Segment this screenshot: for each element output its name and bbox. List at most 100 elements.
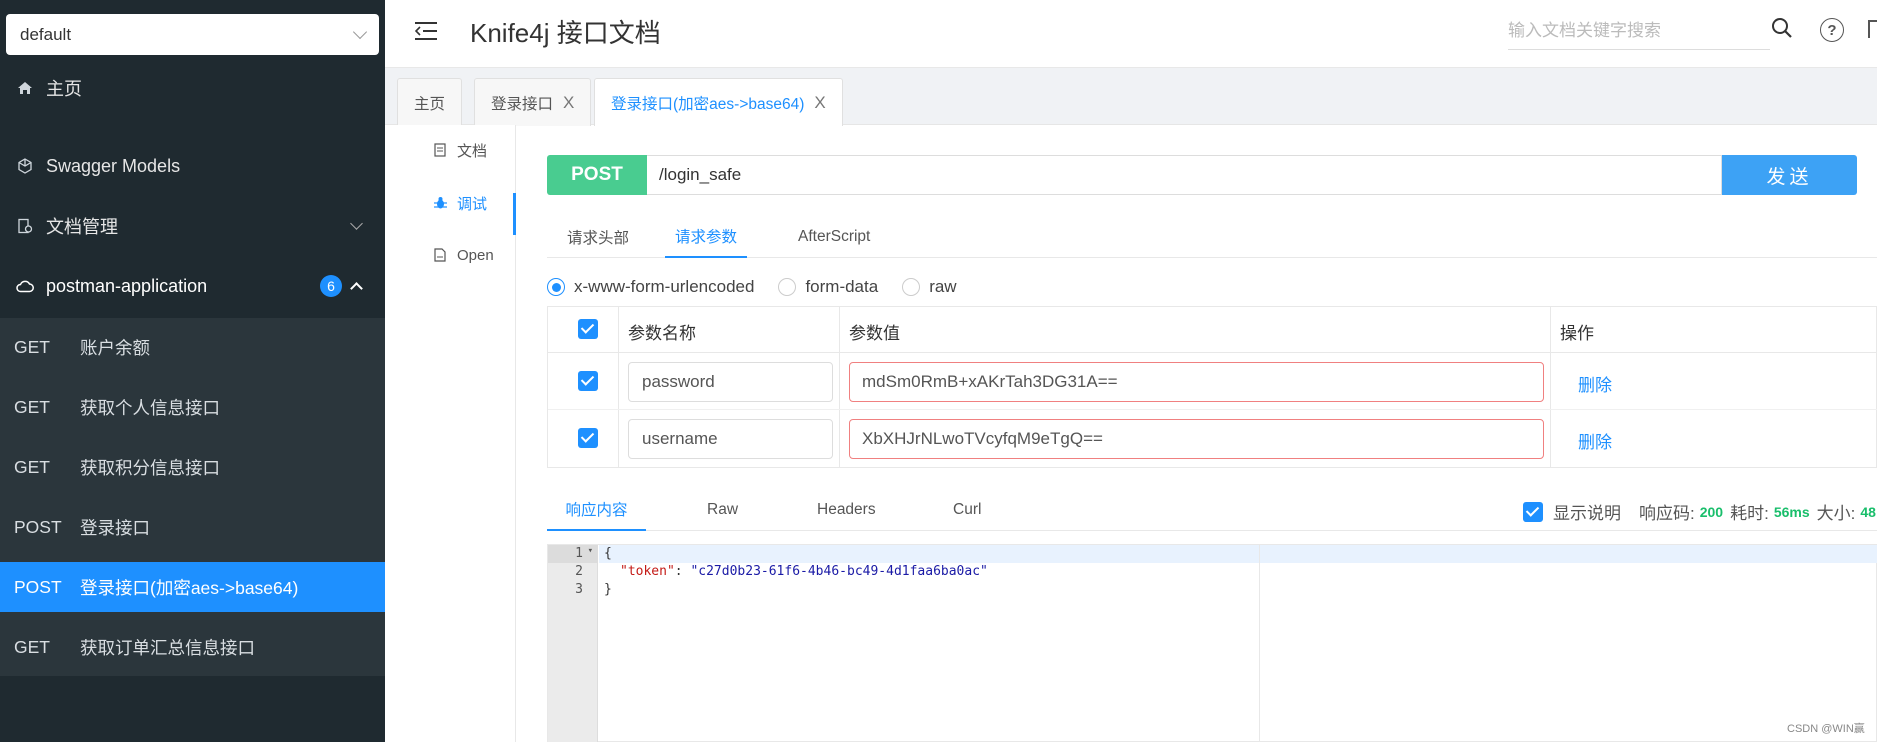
tab-request-headers[interactable]: 请求头部: [567, 216, 629, 258]
delete-link[interactable]: 删除: [1578, 371, 1612, 396]
code-line: }: [604, 582, 612, 597]
search-icon[interactable]: [1770, 16, 1794, 40]
api-method: GET: [14, 336, 50, 357]
radio-checked-icon: [547, 278, 565, 296]
header-action: 操作: [1560, 324, 1594, 343]
language-icon[interactable]: [1868, 20, 1877, 38]
param-value-input[interactable]: XbXHJrNLwoTVcyfqM9eTgQ==: [849, 419, 1544, 459]
response-size: 48 B: [1860, 503, 1877, 520]
response-editor[interactable]: 1 ▾ 2 3 { "token": "c27d0b23-61f6-4b46-b…: [547, 544, 1877, 742]
tab-response-raw[interactable]: Raw: [707, 489, 738, 531]
tab-home[interactable]: 主页: [397, 78, 463, 126]
row-checkbox[interactable]: [578, 428, 598, 448]
response-meta: 显示说明 响应码: 200 耗时: 56ms 大小: 48 B: [1523, 499, 1877, 524]
content-type-radios: x-www-form-urlencoded form-data raw: [547, 272, 981, 302]
tab-response-headers[interactable]: Headers: [817, 489, 876, 531]
fold-icon[interactable]: ▾: [588, 546, 593, 556]
api-label: 登录接口(加密aes->base64): [80, 577, 299, 598]
code-line: "token": "c27d0b23-61f6-4b46-bc49-4d1faa…: [620, 564, 988, 579]
api-item[interactable]: GET 获取订单汇总信息接口: [0, 622, 385, 672]
bug-icon: [433, 196, 447, 210]
group-select[interactable]: default: [6, 14, 379, 55]
doc-nav: 文档 调试 Open: [385, 125, 516, 742]
param-name-input[interactable]: password: [628, 362, 833, 402]
table-row: username XbXHJrNLwoTVcyfqM9eTgQ== 删除: [548, 410, 1877, 467]
line-number: 3: [575, 582, 583, 597]
api-list: GET 账户余额 GET 获取个人信息接口 GET 获取积分信息接口 POST …: [0, 318, 385, 676]
api-item[interactable]: GET 获取积分信息接口: [0, 442, 385, 492]
radio-form-data[interactable]: form-data: [778, 277, 878, 297]
api-method: POST: [14, 576, 62, 597]
doc-nav-debug[interactable]: 调试: [385, 188, 516, 218]
select-all-checkbox[interactable]: [578, 319, 598, 339]
send-button[interactable]: 发送: [1722, 155, 1857, 195]
status-label: 响应码:: [1639, 504, 1695, 523]
line-number: 2: [575, 564, 583, 579]
tab-login[interactable]: 登录接口 X: [474, 78, 592, 126]
header-param-value: 参数值: [849, 324, 900, 343]
response-time: 56ms: [1773, 503, 1810, 520]
tab-request-params[interactable]: 请求参数: [665, 216, 747, 258]
header-param-name: 参数名称: [628, 324, 696, 343]
count-badge: 6: [320, 275, 342, 297]
active-line-highlight: [599, 545, 1877, 563]
delete-link[interactable]: 删除: [1578, 428, 1612, 453]
close-icon[interactable]: X: [563, 93, 574, 113]
code-line: {: [604, 546, 612, 561]
cube-icon: [16, 158, 34, 174]
api-label: 获取个人信息接口: [80, 397, 220, 418]
home-icon: [16, 80, 34, 96]
radio-unchecked-icon: [902, 278, 921, 296]
doc-nav-document[interactable]: 文档: [385, 135, 516, 165]
cloud-icon: [16, 279, 34, 293]
radio-urlencoded[interactable]: x-www-form-urlencoded: [547, 277, 754, 297]
tab-bar: 主页 登录接口 X 登录接口(加密aes->base64) X: [385, 68, 1877, 126]
menu-toggle-icon[interactable]: [415, 20, 439, 42]
api-item-active[interactable]: POST 登录接口(加密aes->base64): [0, 562, 385, 612]
doc-nav-label: Open: [457, 246, 494, 264]
tab-after-script[interactable]: AfterScript: [798, 216, 870, 258]
row-checkbox[interactable]: [578, 371, 598, 391]
radio-unchecked-icon: [778, 278, 797, 296]
api-method: GET: [14, 396, 50, 417]
api-item[interactable]: POST 登录接口: [0, 502, 385, 552]
close-icon[interactable]: X: [814, 93, 825, 113]
api-item[interactable]: GET 账户余额: [0, 322, 385, 372]
json-value: "c27d0b23-61f6-4b46-bc49-4d1faa6ba0ac": [690, 564, 988, 579]
tab-response-content[interactable]: 响应内容: [547, 489, 646, 531]
chevron-down-icon: [352, 24, 368, 39]
api-method: GET: [14, 636, 50, 657]
app-root: default 主页 Swagger Models 文档管理 postman-a…: [0, 0, 1877, 742]
search-input[interactable]: [1508, 12, 1770, 50]
sidebar-item-home[interactable]: 主页: [0, 58, 385, 118]
radio-label: raw: [929, 277, 957, 296]
param-value-input[interactable]: mdSm0RmB+xAKrTah3DG31A==: [849, 362, 1544, 402]
watermark: CSDN @WIN赢: [1787, 723, 1865, 735]
group-select-value: default: [20, 24, 72, 44]
tab-login-safe[interactable]: 登录接口(加密aes->base64) X: [594, 78, 843, 126]
show-desc-label: 显示说明: [1553, 504, 1621, 523]
params-table-header: 参数名称 参数值 操作: [548, 307, 1877, 353]
show-desc-checkbox[interactable]: [1523, 501, 1543, 522]
sidebar-item-doc-manage[interactable]: 文档管理: [0, 196, 385, 256]
radio-label: form-data: [805, 277, 879, 296]
url-input[interactable]: /login_safe: [647, 155, 1722, 195]
chevron-down-icon: [350, 217, 363, 230]
doc-manage-icon: [16, 218, 34, 234]
json-sep: :: [674, 564, 691, 579]
api-method: GET: [14, 456, 50, 477]
param-name-input[interactable]: username: [628, 419, 833, 459]
chevron-up-icon: [350, 282, 363, 295]
table-row: password mdSm0RmB+xAKrTah3DG31A== 删除: [548, 353, 1877, 410]
help-icon[interactable]: ?: [1820, 18, 1844, 42]
line-gutter: 1 ▾ 2 3: [548, 545, 598, 742]
sidebar-group-postman-application[interactable]: postman-application 6: [0, 256, 385, 316]
api-item[interactable]: GET 获取个人信息接口: [0, 382, 385, 432]
sidebar-item-swagger-models[interactable]: Swagger Models: [0, 136, 385, 196]
radio-raw[interactable]: raw: [902, 277, 957, 297]
file-icon: [433, 248, 447, 262]
doc-nav-label: 调试: [457, 195, 488, 213]
status-code: 200: [1699, 503, 1724, 520]
tab-response-curl[interactable]: Curl: [953, 489, 981, 531]
doc-nav-open[interactable]: Open: [385, 240, 516, 270]
